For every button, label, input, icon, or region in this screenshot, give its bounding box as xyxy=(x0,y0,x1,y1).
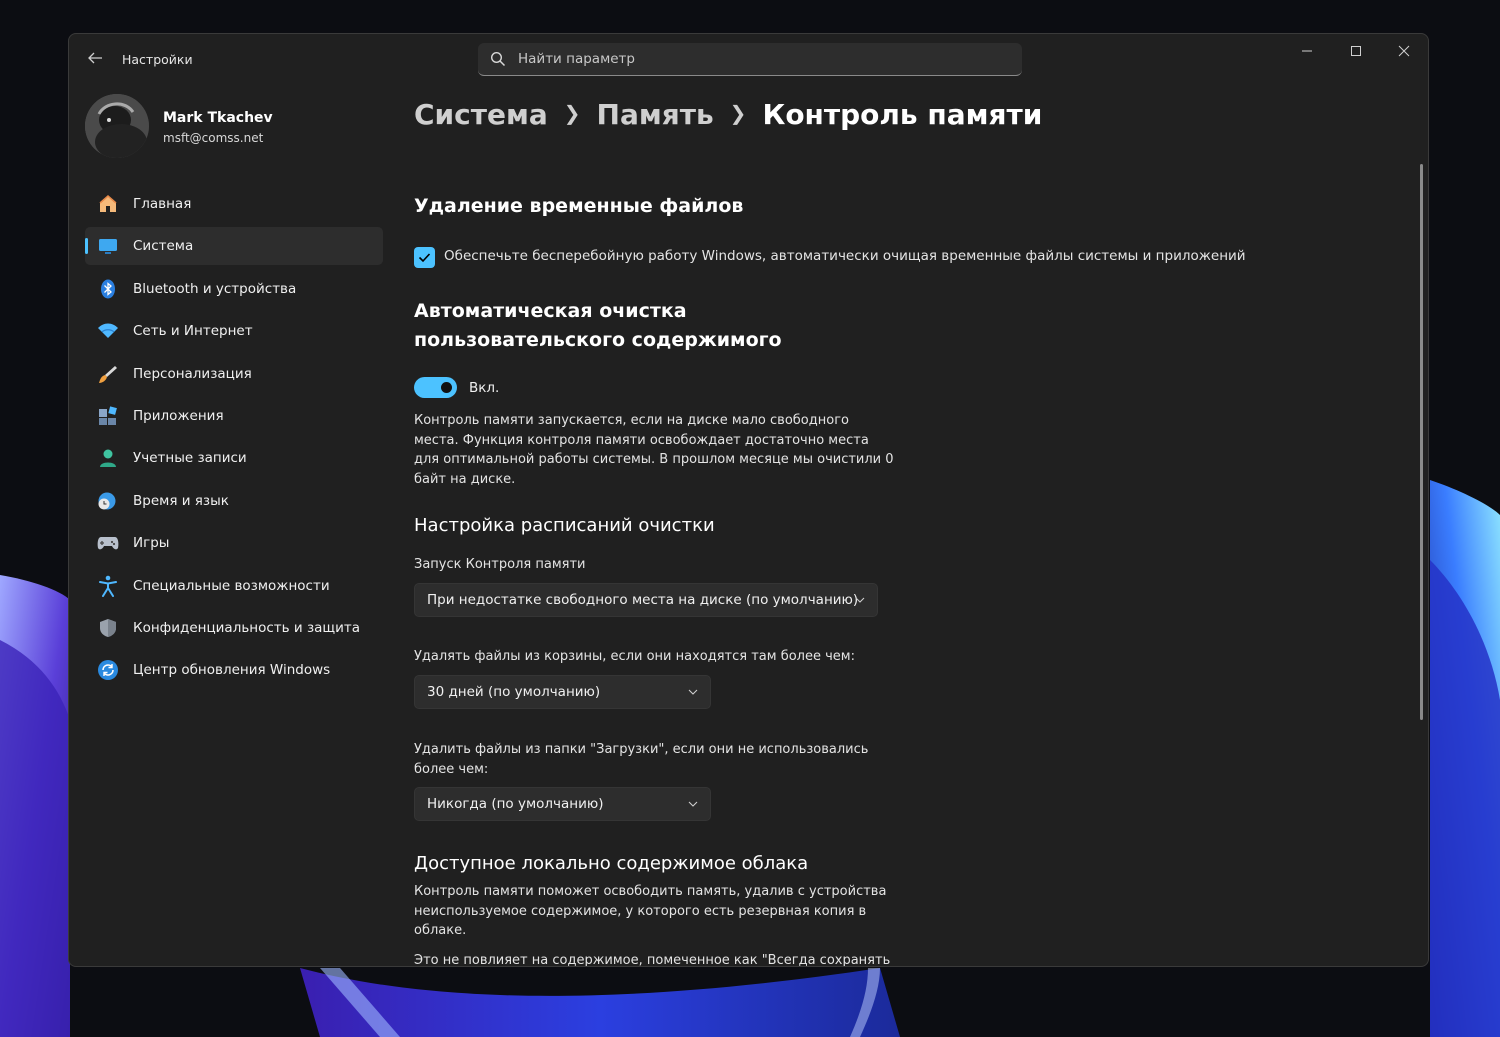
vertical-scrollbar[interactable] xyxy=(1420,164,1423,720)
chevron-down-icon xyxy=(855,584,865,616)
breadcrumb: Система ❯ Память ❯ Контроль памяти xyxy=(414,98,1042,131)
close-button[interactable] xyxy=(1381,38,1427,70)
storage-sense-toggle[interactable] xyxy=(414,377,457,398)
chevron-right-icon: ❯ xyxy=(563,101,581,125)
search-icon xyxy=(490,51,506,71)
sidebar-item-label: Время и язык xyxy=(133,492,229,509)
sidebar-item-apps[interactable]: Приложения xyxy=(85,397,383,435)
settings-window: Настройки Найти параметр Mark Tkachev ms… xyxy=(68,33,1429,967)
apps-icon xyxy=(97,405,119,427)
wifi-icon xyxy=(97,320,119,342)
sidebar-item-accounts[interactable]: Учетные записи xyxy=(85,439,383,477)
accessibility-icon xyxy=(97,575,119,597)
sidebar-item-privacy[interactable]: Конфиденциальность и защита xyxy=(85,609,383,647)
sidebar-item-label: Система xyxy=(133,238,194,255)
checkmark-icon xyxy=(418,253,431,263)
selection-indicator xyxy=(85,238,88,255)
sidebar-item-label: Игры xyxy=(133,535,170,552)
profile-name: Mark Tkachev xyxy=(163,110,273,126)
run-storage-sense-dropdown[interactable]: При недостатке свободного места на диске… xyxy=(414,583,878,617)
globe-clock-icon xyxy=(97,490,119,512)
cleanup-temp-files-label[interactable]: Обеспечьте бесперебойную работу Windows,… xyxy=(444,247,1246,267)
person-icon xyxy=(97,447,119,469)
sidebar-item-label: Сеть и Интернет xyxy=(133,323,253,340)
sidebar-item-label: Bluetooth и устройства xyxy=(133,280,297,297)
chevron-right-icon: ❯ xyxy=(729,101,747,125)
recycle-bin-dropdown[interactable]: 30 дней (по умолчанию) xyxy=(414,675,711,709)
breadcrumb-storage[interactable]: Память xyxy=(597,98,714,131)
app-title: Настройки xyxy=(122,52,193,67)
title-bar: Настройки xyxy=(69,34,1428,86)
temp-files-heading: Удаление временные файлов xyxy=(414,195,744,217)
dropdown-value: При недостатке свободного места на диске… xyxy=(427,592,859,608)
brush-icon xyxy=(97,363,119,385)
avatar xyxy=(85,94,149,158)
search-input[interactable] xyxy=(518,43,1008,75)
sidebar-item-label: Приложения xyxy=(133,407,224,424)
shield-icon xyxy=(97,617,119,639)
toggle-knob xyxy=(441,382,452,393)
sidebar-item-label: Персонализация xyxy=(133,365,252,382)
chevron-down-icon xyxy=(688,676,698,708)
cloud-content-heading: Доступное локально содержимое облака xyxy=(414,853,809,874)
home-icon xyxy=(97,193,119,215)
close-icon xyxy=(1398,45,1410,57)
sidebar-item-personalization[interactable]: Персонализация xyxy=(85,355,383,393)
sidebar-item-time-language[interactable]: Время и язык xyxy=(85,482,383,520)
chevron-down-icon xyxy=(688,788,698,820)
sidebar-item-bluetooth[interactable]: Bluetooth и устройства xyxy=(85,270,383,308)
user-profile[interactable]: Mark Tkachev msft@comss.net xyxy=(85,94,385,160)
minimize-button[interactable] xyxy=(1284,38,1330,70)
dropdown-value: 30 дней (по умолчанию) xyxy=(427,684,601,700)
sidebar-nav: Главная Система Bluetooth и устройства С… xyxy=(85,185,383,694)
sidebar-item-label: Учетные записи xyxy=(133,450,247,467)
recycle-bin-label: Удалять файлы из корзины, если они наход… xyxy=(414,649,855,664)
main-content: Система ❯ Память ❯ Контроль памяти Удаление … xyxy=(414,86,1414,966)
page-title: Контроль памяти xyxy=(762,98,1043,131)
breadcrumb-system[interactable]: Система xyxy=(414,98,548,131)
back-button[interactable] xyxy=(83,50,107,72)
auto-cleanup-description: Контроль памяти запускается, если на дис… xyxy=(414,413,894,487)
sidebar-item-gaming[interactable]: Игры xyxy=(85,524,383,562)
downloads-dropdown[interactable]: Никогда (по умолчанию) xyxy=(414,787,711,821)
auto-cleanup-heading: Автоматическая очистка пользовательского… xyxy=(414,300,782,351)
bluetooth-icon xyxy=(97,278,119,300)
sidebar-item-label: Конфиденциальность и защита xyxy=(133,619,361,636)
profile-email: msft@comss.net xyxy=(163,131,264,145)
cloud-content-note: Это не повлияет на содержимое, помеченно… xyxy=(414,953,891,967)
schedule-heading: Настройка расписаний очистки xyxy=(414,515,715,536)
sidebar-item-network[interactable]: Сеть и Интернет xyxy=(85,312,383,350)
downloads-label: Удалить файлы из папки "Загрузки", если … xyxy=(414,742,869,777)
sidebar-item-home[interactable]: Главная xyxy=(85,185,383,223)
cloud-content-description: Контроль памяти поможет освободить памят… xyxy=(414,884,887,938)
sidebar-item-label: Главная xyxy=(133,196,192,212)
minimize-icon xyxy=(1302,50,1312,52)
sidebar-item-label: Центр обновления Windows xyxy=(133,662,331,679)
run-storage-sense-label: Запуск Контроля памяти xyxy=(414,557,586,572)
sidebar-item-windows-update[interactable]: Центр обновления Windows xyxy=(85,651,383,689)
sidebar-item-label: Специальные возможности xyxy=(133,577,330,594)
maximize-button[interactable] xyxy=(1333,38,1379,70)
cleanup-temp-files-checkbox[interactable] xyxy=(414,247,435,268)
sidebar-item-accessibility[interactable]: Специальные возможности xyxy=(85,567,383,605)
search-box[interactable] xyxy=(478,43,1022,76)
gamepad-icon xyxy=(97,532,119,554)
maximize-icon xyxy=(1351,46,1361,56)
sidebar-item-system[interactable]: Система xyxy=(85,227,383,266)
dropdown-value: Никогда (по умолчанию) xyxy=(427,796,604,812)
arrow-left-icon xyxy=(88,52,102,64)
toggle-state-label: Вкл. xyxy=(469,380,500,396)
update-icon xyxy=(97,659,119,681)
monitor-icon xyxy=(97,235,119,257)
